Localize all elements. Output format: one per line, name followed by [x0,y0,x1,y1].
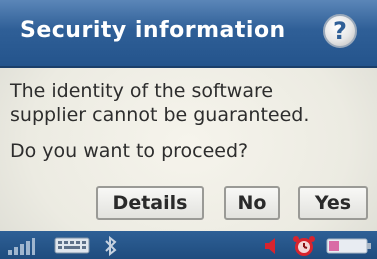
dialog-message-line-1: The identity of the software [10,80,274,102]
alarm-clock-icon[interactable] [290,234,318,258]
dialog-message-line-2: supplier cannot be guaranteed. [10,104,310,126]
dialog-title-bar: Security information ? [0,0,377,68]
volume-icon[interactable] [262,236,282,256]
dialog-question: Do you want to proceed? [10,140,249,162]
signal-strength-icon [8,238,35,255]
dialog-title: Security information [20,18,286,43]
yes-button[interactable]: Yes [298,186,368,220]
details-button[interactable]: Details [96,186,204,220]
phone-screen: Security information ? The identity of t… [0,0,377,259]
battery-icon [326,238,371,254]
help-icon[interactable]: ? [323,14,357,48]
no-button[interactable]: No [224,186,280,220]
keyboard-icon[interactable] [54,237,90,254]
bluetooth-icon[interactable] [102,235,120,257]
status-taskbar [0,231,377,259]
